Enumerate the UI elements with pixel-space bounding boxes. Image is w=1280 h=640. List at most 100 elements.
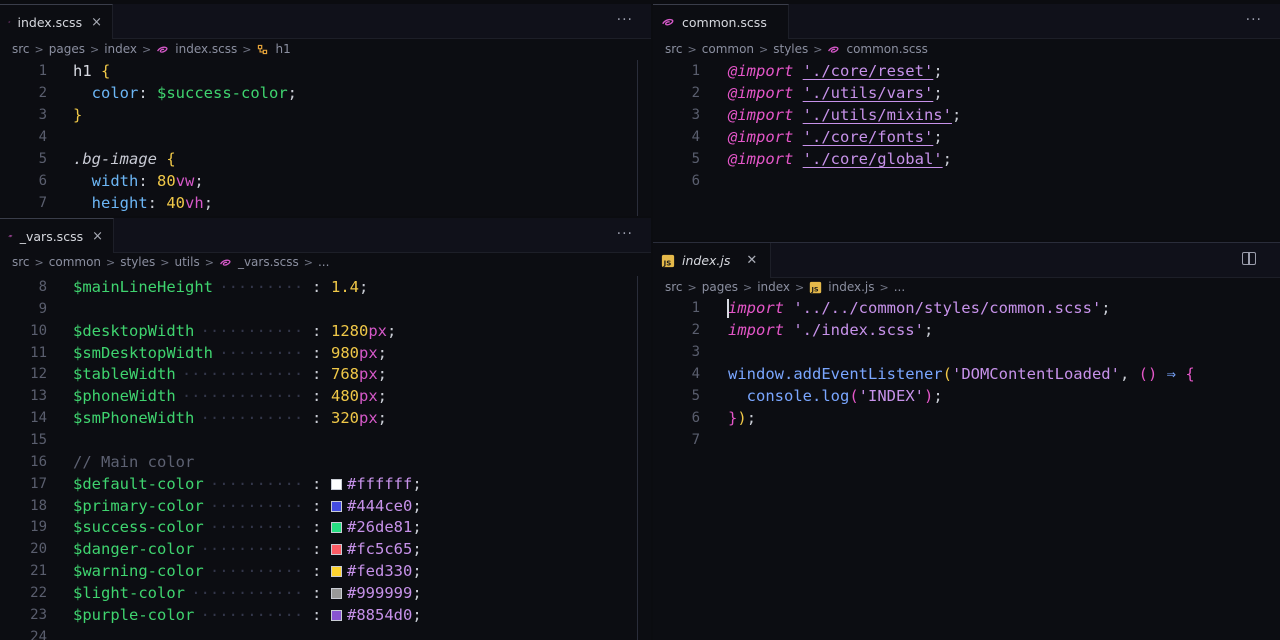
line-number: 16 — [30, 453, 47, 470]
tab-common-scss[interactable]: common.scss — [653, 4, 789, 39]
breadcrumb-item[interactable]: h1 — [275, 42, 290, 56]
code-editor[interactable]: 8 $mainLineHeight ·········:1.4; 9 10 $deskto… — [0, 276, 651, 640]
scrollbar[interactable] — [637, 276, 638, 640]
code-token: 40 — [166, 194, 186, 212]
code-token: './core/reset' — [802, 62, 934, 80]
code-token: ⇒ — [1166, 365, 1176, 383]
breadcrumb-item[interactable]: _vars.scss — [238, 255, 299, 269]
close-icon[interactable]: × — [92, 229, 103, 244]
whitespace-dots: ·········· — [209, 474, 304, 493]
colon: : — [312, 583, 322, 602]
breadcrumb-item[interactable]: styles — [120, 255, 155, 269]
split-editor-icon[interactable] — [1242, 252, 1256, 265]
tab-label: index.scss — [17, 14, 83, 30]
code-line: 2 @import './utils/vars'; — [653, 82, 1280, 104]
sass-file-icon — [8, 21, 11, 23]
code-editor[interactable]: 1 import '../../common/styles/common.scss… — [653, 297, 1280, 640]
code-editor[interactable]: 1 h1 {2 color: $success-color; 3} 4 5 .bg-ima… — [0, 60, 651, 216]
scrollbar[interactable] — [637, 60, 638, 216]
symbol-class-icon — [256, 43, 269, 56]
color-swatch[interactable] — [331, 566, 342, 578]
breadcrumb-item[interactable]: styles — [773, 42, 808, 56]
line-number: 11 — [30, 344, 47, 361]
code-editor[interactable]: 1 @import './core/reset'; 2 @import './util… — [653, 60, 1280, 240]
variable-name: $mainLineHeight — [73, 278, 213, 296]
code-line: 21 $warning-color ··········: #fed330; — [0, 560, 651, 582]
line-number: 15 — [30, 431, 47, 448]
tab-vars-scss[interactable]: _vars.scss × — [0, 218, 114, 253]
more-actions-icon[interactable]: ··· — [617, 226, 633, 242]
breadcrumb-item[interactable]: src — [665, 42, 683, 56]
tab-index-scss[interactable]: index.scss × — [0, 4, 113, 39]
chevron-right-icon: > — [34, 255, 44, 269]
breadcrumb-item[interactable]: pages — [702, 280, 738, 294]
code-line: 3} — [0, 104, 651, 126]
breadcrumb-item[interactable]: src — [12, 42, 30, 56]
code-token: width — [91, 172, 139, 190]
line-number: 8 — [38, 279, 47, 295]
code-line: 14 $smPhoneWidth ···········:320px; — [0, 407, 651, 429]
line-number: 6 — [691, 173, 700, 189]
code-token: () — [1138, 365, 1158, 383]
code-line: 6}); — [653, 407, 1280, 429]
breadcrumb-item[interactable]: src — [12, 255, 30, 269]
code-token: @import — [728, 106, 803, 124]
line-number: 9 — [38, 300, 47, 317]
code-line: 22 $light-color ············: #999999; — [0, 582, 651, 604]
variable-value: 480px; — [331, 387, 388, 406]
breadcrumb-item[interactable]: common — [702, 42, 754, 56]
code-token: './core/fonts' — [802, 128, 934, 146]
color-swatch[interactable] — [331, 522, 342, 534]
close-icon[interactable]: × — [91, 15, 102, 30]
code-token: 320 — [331, 409, 359, 428]
breadcrumb-item[interactable]: index.js — [828, 280, 874, 294]
variable-name: $danger-color — [73, 540, 195, 559]
code-token: ; — [951, 106, 962, 124]
color-swatch[interactable] — [331, 478, 342, 490]
breadcrumb-item[interactable]: common — [49, 255, 101, 269]
breadcrumb-item[interactable]: index — [757, 280, 790, 294]
breadcrumb-item[interactable]: index — [104, 42, 137, 56]
breadcrumb-item[interactable]: utils — [174, 255, 199, 269]
line-number: 14 — [30, 410, 47, 427]
hex-value: #444ce0 — [347, 496, 413, 515]
editor-pane-common-scss: common.scss ··· src > common > styles > common… — [653, 4, 1280, 240]
breadcrumb-item[interactable]: src — [665, 280, 683, 294]
line-number: 18 — [30, 497, 47, 514]
code-token: ( — [942, 365, 952, 383]
breadcrumb-item[interactable]: pages — [49, 42, 85, 56]
breadcrumb-item[interactable]: ... — [318, 255, 329, 269]
code-token: px — [359, 365, 378, 384]
variable-name: $success-color — [73, 518, 204, 537]
colon: : — [312, 496, 322, 515]
code-comment: // Main color — [73, 452, 195, 471]
more-actions-icon[interactable]: ··· — [617, 12, 633, 28]
colon: : — [312, 409, 322, 428]
breadcrumb-item[interactable]: index.scss — [175, 42, 237, 56]
code-token: 'INDEX' — [858, 387, 924, 405]
breadcrumb: src > pages > index > JS index.js >... — [665, 276, 1280, 298]
code-text: import '../../common/styles/common.scss'… — [728, 297, 1111, 319]
code-text: window.addEventListener('DOMContentLoade… — [728, 363, 1195, 385]
code-line: 4 window.addEventListener('DOMContentLoad… — [653, 363, 1280, 385]
color-swatch[interactable] — [331, 609, 342, 621]
color-swatch[interactable] — [331, 500, 342, 512]
text-cursor — [727, 299, 729, 318]
hex-value: #8854d0 — [347, 605, 413, 624]
chevron-right-icon: > — [160, 255, 170, 269]
sass-file-icon — [827, 43, 840, 56]
breadcrumb-item[interactable]: common.scss — [846, 42, 927, 56]
close-icon[interactable]: ✕ — [746, 253, 757, 268]
code-token: ; — [923, 321, 934, 339]
line-number: 20 — [30, 541, 47, 558]
color-swatch[interactable] — [331, 587, 342, 599]
tab-index-js[interactable]: JS index.js ✕ — [653, 243, 771, 278]
color-swatch[interactable] — [331, 544, 342, 556]
code-text: width: 80vw; — [73, 170, 204, 192]
tab-bar: _vars.scss × ··· — [0, 218, 651, 253]
more-actions-icon[interactable]: ··· — [1246, 12, 1262, 28]
breadcrumb-item[interactable]: ... — [894, 280, 905, 294]
svg-text:JS: JS — [663, 259, 672, 267]
code-token: '../../common/styles/common.scss' — [793, 299, 1102, 317]
